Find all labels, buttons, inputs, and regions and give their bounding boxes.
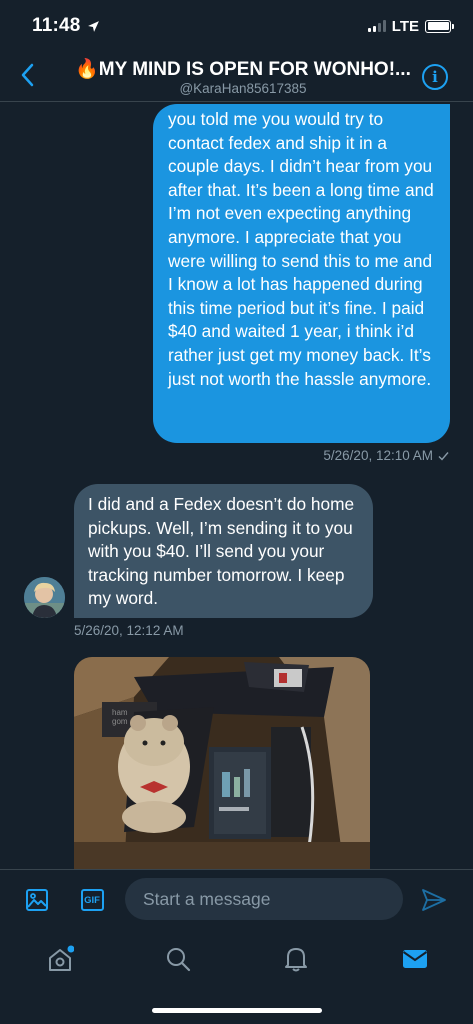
location-arrow-icon xyxy=(87,20,99,32)
status-bar: 11:48 LTE xyxy=(0,0,473,52)
back-button[interactable] xyxy=(12,60,42,90)
message-bubble-sent[interactable]: you told me you would try to contact fed… xyxy=(153,104,450,443)
home-indicator xyxy=(152,1008,322,1013)
info-button[interactable]: i xyxy=(422,64,448,90)
battery-icon xyxy=(425,19,454,33)
status-indicators: LTE xyxy=(367,17,454,35)
add-image-button[interactable] xyxy=(24,887,50,913)
chevron-left-icon xyxy=(21,63,34,87)
home-icon xyxy=(49,945,74,971)
conversation-header: 🔥MY MIND IS OPEN FOR WONHO!... @KaraHan8… xyxy=(0,52,473,102)
tab-search[interactable] xyxy=(158,939,198,979)
conversation-title[interactable]: 🔥MY MIND IS OPEN FOR WONHO!... xyxy=(68,57,418,81)
package-photo: ham gom xyxy=(74,657,370,870)
tab-notifications[interactable] xyxy=(276,939,316,979)
network-label: LTE xyxy=(391,17,419,35)
conversation-handle: @KaraHan85617385 xyxy=(179,81,307,96)
message-timestamp: 5/26/20, 12:12 AM xyxy=(74,623,184,638)
message-composer: GIF xyxy=(0,869,473,931)
gif-button[interactable]: GIF xyxy=(79,887,105,913)
message-timestamp: 5/26/20, 12:10 AM xyxy=(323,448,449,463)
tab-home[interactable] xyxy=(40,939,80,979)
svg-text:gom: gom xyxy=(112,717,128,726)
svg-text:ham: ham xyxy=(112,708,128,717)
search-icon xyxy=(167,948,191,972)
tab-messages[interactable] xyxy=(395,939,435,979)
info-icon: i xyxy=(432,68,438,86)
send-icon xyxy=(422,889,446,911)
image-icon xyxy=(26,889,48,911)
status-time: 11:48 xyxy=(32,15,100,37)
gif-icon: GIF xyxy=(80,889,104,911)
bell-icon xyxy=(285,948,307,972)
gif-label: GIF xyxy=(84,894,100,906)
send-button[interactable] xyxy=(421,887,447,913)
message-text: you told me you would try to contact fed… xyxy=(168,109,434,389)
timestamp-text: 5/26/20, 12:10 AM xyxy=(323,448,433,463)
message-bubble-received[interactable]: I did and a Fedex doesn’t do home pickup… xyxy=(74,484,373,618)
check-icon xyxy=(438,451,449,461)
photo-message[interactable]: ham gom xyxy=(74,657,370,870)
avatar[interactable] xyxy=(24,577,65,618)
home-badge xyxy=(67,945,74,953)
message-text: I did and a Fedex doesn’t do home pickup… xyxy=(88,494,355,609)
signal-icon xyxy=(367,20,386,32)
message-input[interactable] xyxy=(125,878,403,920)
mail-icon xyxy=(402,950,428,968)
clock-text: 11:48 xyxy=(32,15,81,36)
